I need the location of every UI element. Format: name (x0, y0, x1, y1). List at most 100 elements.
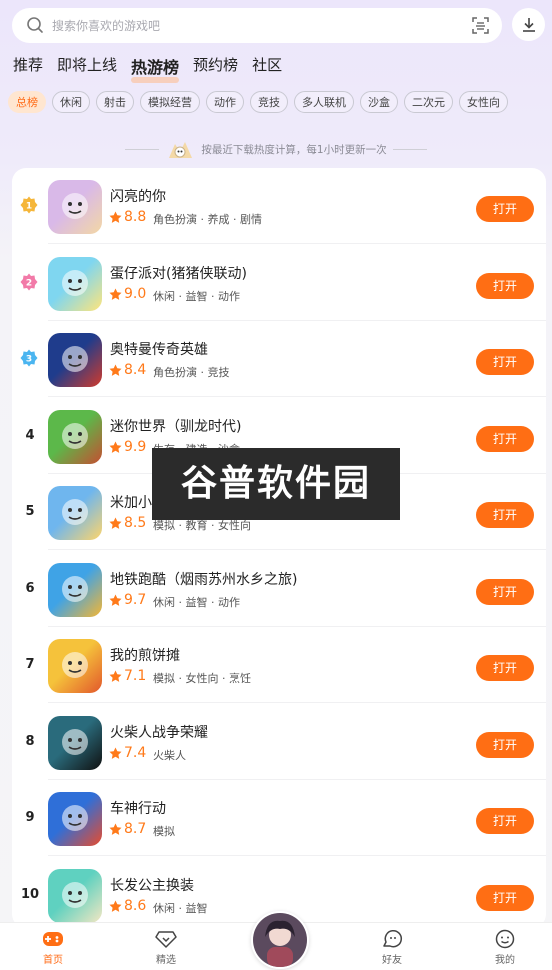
top-tabs: 推荐 即将上线 热游榜 预约榜 社区 (13, 54, 296, 83)
open-button[interactable]: 打开 (476, 884, 534, 911)
game-score: 8.8 (124, 209, 147, 225)
tab-reservations[interactable]: 预约榜 (193, 54, 238, 80)
download-button[interactable] (512, 8, 545, 41)
rank-medal-icon: 1 (20, 196, 38, 214)
open-button[interactable]: 打开 (476, 349, 534, 375)
category-chip[interactable]: 二次元 (404, 91, 453, 113)
game-row[interactable]: 9 车神行动 8.7 模拟 打开 (12, 780, 546, 856)
category-chip[interactable]: 竞技 (250, 91, 288, 113)
game-name[interactable]: 车神行动 (110, 798, 166, 818)
rank-medal-icon: 3 (20, 349, 38, 367)
center-avatar-button[interactable] (251, 911, 309, 969)
game-art-icon (62, 805, 88, 831)
watermark: 谷普软件园 (152, 448, 400, 520)
open-button[interactable]: 打开 (476, 196, 534, 222)
tab-recommend[interactable]: 推荐 (13, 54, 43, 80)
game-art-icon (62, 728, 88, 755)
open-button[interactable]: 打开 (476, 578, 534, 605)
game-tags: 火柴人 (153, 748, 186, 762)
rank-medal-icon: 2 (20, 273, 38, 290)
star-icon (109, 364, 122, 376)
nav-profile-label: 我的 (495, 955, 515, 966)
nav-friends[interactable]: 好友 (357, 929, 427, 966)
open-button[interactable]: 打开 (476, 731, 534, 758)
game-row[interactable]: 1 闪亮的你 8.8 角色扮演 · 养成 · 剧情 打开 (12, 168, 546, 244)
game-icon[interactable] (48, 333, 102, 387)
game-icon[interactable] (48, 180, 102, 234)
game-art-icon (62, 269, 88, 296)
search-placeholder[interactable]: 搜索你喜欢的游戏吧 (52, 17, 160, 34)
game-row[interactable]: 6 地铁跑酷（烟雨苏州水乡之旅) 9.7 休闲 · 益智 · 动作 打开 (12, 551, 546, 627)
chat-face-icon (383, 929, 403, 948)
open-button[interactable]: 打开 (476, 425, 534, 452)
game-row[interactable]: 3 奥特曼传奇英雄 8.4 角色扮演 · 竞技 打开 (12, 321, 546, 397)
open-button[interactable]: 打开 (476, 272, 534, 299)
game-score: 7.4 (124, 744, 147, 761)
scan-icon[interactable] (471, 16, 490, 35)
game-tags: 休闲 · 益智 (153, 901, 208, 915)
game-name[interactable]: 我的煎饼摊 (110, 645, 180, 665)
game-row[interactable]: 7 我的煎饼摊 7.1 模拟 · 女性向 · 烹饪 打开 (12, 627, 546, 703)
game-icon[interactable] (48, 792, 102, 846)
download-icon (522, 17, 535, 32)
game-score: 8.5 (124, 515, 147, 531)
rank-number: 1 (26, 202, 32, 212)
game-icon[interactable] (48, 562, 102, 617)
game-icon[interactable] (48, 868, 102, 923)
nav-home[interactable]: 首页 (18, 929, 88, 966)
rank-number: 8 (25, 733, 35, 749)
rank-number: 7 (25, 657, 35, 672)
rank-number: 6 (25, 580, 35, 596)
search-bar[interactable]: 搜索你喜欢的游戏吧 (12, 8, 502, 43)
category-chip[interactable]: 模拟经营 (140, 91, 200, 113)
category-chip[interactable]: 动作 (206, 91, 244, 113)
tab-community[interactable]: 社区 (252, 54, 282, 80)
game-row[interactable]: 8 火柴人战争荣耀 7.4 火柴人 打开 (12, 704, 546, 780)
game-name[interactable]: 闪亮的你 (110, 186, 166, 206)
game-icon[interactable] (48, 409, 102, 464)
tab-upcoming[interactable]: 即将上线 (57, 54, 117, 80)
open-button[interactable]: 打开 (476, 808, 534, 834)
category-chip[interactable]: 女性向 (459, 91, 508, 113)
game-art-icon (62, 422, 88, 449)
category-chips: 总榜 休闲 射击 模拟经营 动作 竞技 多人联机 沙盒 二次元 女性向 (8, 91, 514, 113)
star-icon (109, 441, 122, 453)
star-icon (109, 670, 122, 682)
game-name[interactable]: 长发公主换装 (110, 875, 194, 895)
category-chip[interactable]: 休闲 (52, 91, 90, 113)
game-icon[interactable] (48, 639, 102, 693)
game-name[interactable]: 奥特曼传奇英雄 (110, 339, 208, 359)
game-icon[interactable] (48, 486, 102, 540)
category-chip[interactable]: 多人联机 (294, 91, 354, 113)
game-art-icon (62, 575, 88, 602)
category-chip-all[interactable]: 总榜 (8, 91, 46, 113)
game-name[interactable]: 蛋仔派对(猪猪侠联动) (110, 263, 247, 283)
game-tags: 角色扮演 · 养成 · 剧情 (153, 213, 262, 226)
game-score: 8.7 (124, 821, 147, 837)
nav-profile[interactable]: 我的 (470, 929, 540, 966)
game-art-icon (62, 346, 88, 372)
category-chip[interactable]: 沙盒 (360, 91, 398, 113)
star-icon (109, 747, 122, 759)
rank-number: 10 (20, 886, 40, 902)
open-button[interactable]: 打开 (476, 655, 534, 681)
game-icon[interactable] (48, 715, 102, 770)
gamepad-icon (43, 932, 63, 946)
game-name[interactable]: 地铁跑酷（烟雨苏州水乡之旅) (110, 569, 297, 589)
nav-featured-label: 精选 (156, 955, 176, 966)
nav-home-label: 首页 (43, 955, 63, 966)
smile-face-icon (495, 929, 515, 949)
notice-text: 按最近下载热度计算，每1小时更新一次 (201, 143, 387, 156)
nav-featured[interactable]: 精选 (131, 929, 201, 966)
game-icon[interactable] (48, 256, 102, 311)
game-name[interactable]: 迷你世界（驯龙时代) (110, 416, 241, 436)
game-score: 7.1 (124, 668, 147, 684)
game-row[interactable]: 2 蛋仔派对(猪猪侠联动) 9.0 休闲 · 益智 · 动作 打开 (12, 245, 546, 321)
category-chip[interactable]: 射击 (96, 91, 134, 113)
game-name[interactable]: 火柴人战争荣耀 (110, 722, 208, 742)
game-score: 9.9 (124, 438, 147, 455)
tab-hot-games[interactable]: 热游榜 (131, 54, 180, 83)
open-button[interactable]: 打开 (476, 502, 534, 528)
game-score: 8.4 (124, 362, 147, 378)
game-score: 9.7 (124, 591, 147, 608)
